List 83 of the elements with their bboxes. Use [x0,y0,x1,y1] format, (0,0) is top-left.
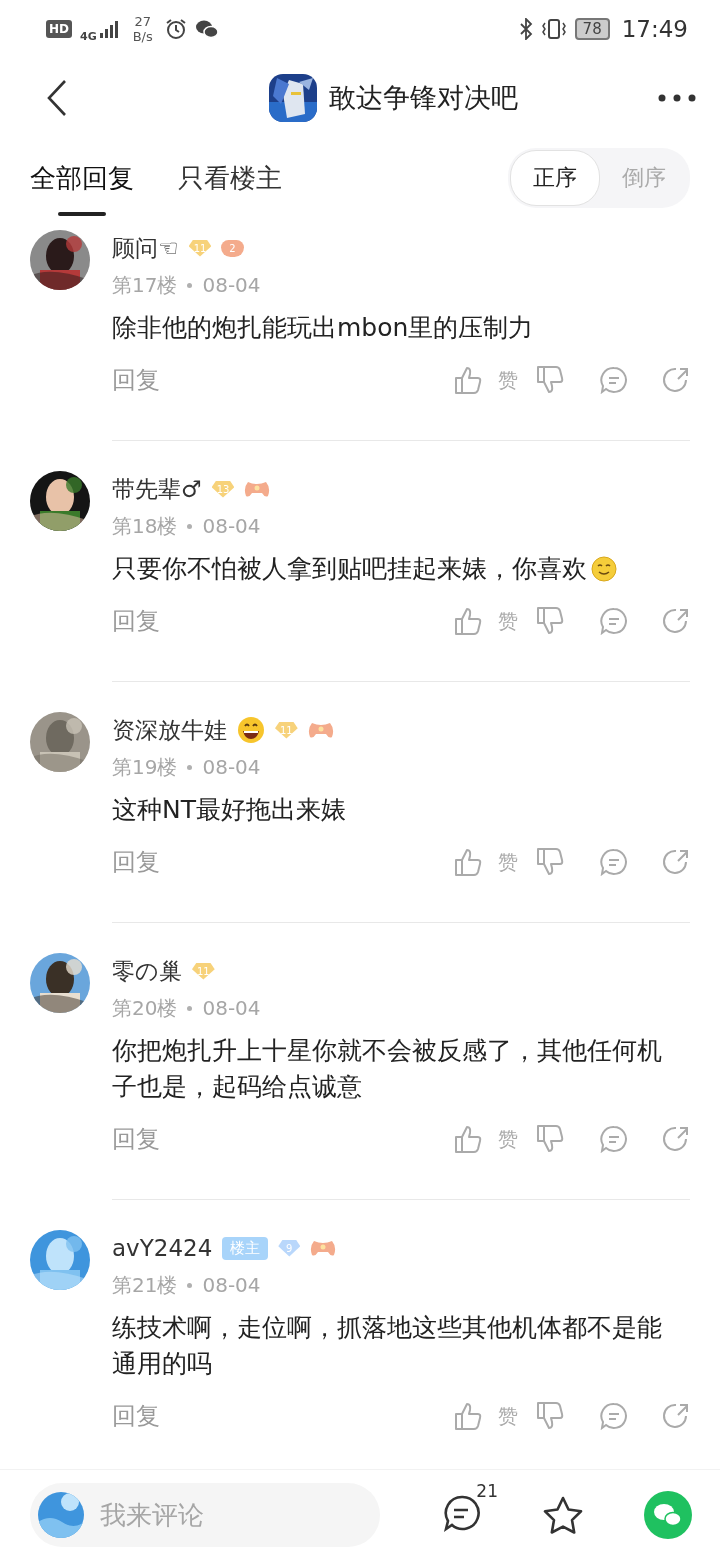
share-icon[interactable] [662,848,690,876]
vibrate-icon [540,18,567,40]
thumbs-up-icon[interactable] [454,606,482,636]
like-label[interactable]: 赞 [498,1125,518,1153]
thumbs-down-icon[interactable] [536,1401,564,1431]
share-icon[interactable] [662,1402,690,1430]
sort-option[interactable]: 正序 [510,150,600,206]
level-badge: 11 [275,721,298,739]
star-icon[interactable] [542,1495,584,1535]
comment-text: 练技术啊，走位啊，抓落地这些其他机体都不是能通用的吗 [112,1312,663,1380]
post-date: 08-04 [202,273,261,297]
gamepad-badge: 2 [221,239,244,257]
gamepad-icon [244,480,271,498]
gamepad-icon [310,1239,337,1257]
reply-button[interactable]: 回复 [112,1400,160,1432]
comment-input[interactable]: 我来评论 [98,1499,342,1531]
post-date: 08-04 [202,1273,261,1297]
floor-number: 第21楼 [112,1271,178,1299]
reply-button[interactable]: 回复 [112,846,160,878]
reply-button[interactable]: 回复 [112,605,160,637]
share-icon[interactable] [662,607,690,635]
wechat-share-icon[interactable] [644,1491,692,1539]
reply-button[interactable]: 回复 [112,1123,160,1155]
speed-value: 27 [134,14,151,29]
thumbs-down-icon[interactable] [536,847,564,877]
floor-number: 第19楼 [112,753,178,781]
like-label[interactable]: 赞 [498,848,518,876]
floor-number: 第17楼 [112,271,178,299]
filter-tab[interactable]: 全部回复 [30,138,134,218]
comment-text: 这种NT最好拖出来婊 [112,794,347,826]
username[interactable]: 零の巢 [112,955,182,987]
separator-dot [187,1282,193,1288]
hd-indicator: HD [46,20,72,38]
separator-dot [187,1005,193,1011]
comment-text: 除非他的炮扎能玩出mbon里的压制力 [112,312,535,344]
level-badge: 9 [278,1239,301,1257]
level-badge: 13 [211,480,235,498]
thumbs-down-icon[interactable] [536,1124,564,1154]
network-label: 4G [80,30,97,43]
thumbs-up-icon[interactable] [454,1124,482,1154]
separator-dot [187,764,193,770]
back-icon[interactable] [46,79,68,117]
share-icon[interactable] [662,366,690,394]
author-tag: 楼主 [222,1236,269,1260]
thumbs-down-icon[interactable] [536,365,564,395]
post-date: 08-04 [202,514,261,538]
clock: 17:49 [621,16,688,42]
thumbs-down-icon[interactable] [536,606,564,636]
username[interactable]: avY2424 [112,1235,213,1261]
like-label[interactable]: 赞 [498,366,518,394]
gamepad-icon [307,721,334,739]
separator-dot [187,523,193,529]
thumbs-up-icon[interactable] [454,847,482,877]
comment-count: 21 [476,1481,498,1501]
username[interactable]: 资深放牛娃 [112,714,227,746]
separator-dot [187,282,193,288]
username[interactable]: 带先辈♂ [112,473,202,505]
filter-tab[interactable]: 只看楼主 [178,138,282,218]
thumbs-up-icon[interactable] [454,1401,482,1431]
battery-indicator: 78 [574,18,610,40]
like-label[interactable]: 赞 [498,1402,518,1430]
level-badge: 11 [188,239,212,257]
bluetooth-icon [518,18,533,40]
alarm-icon [164,18,187,40]
forum-title: 敢达争锋对决吧 [328,81,518,115]
share-icon[interactable] [662,1125,690,1153]
speed-unit: B/s [132,29,153,44]
chat-app-icon [194,19,219,39]
comment-field[interactable]: 我来评论 [30,1483,380,1547]
signal-icon [98,20,121,38]
like-label[interactable]: 赞 [498,607,518,635]
comment-text: 你把炮扎升上十星你就不会被反感了，其他任何机子也是，起码给点诚意 [112,1035,663,1103]
sort-option[interactable]: 倒序 [600,150,688,206]
floor-number: 第20楼 [112,994,178,1022]
username[interactable]: 顾问☜ [112,232,179,264]
comment-text: 只要你不怕被人拿到贴吧挂起来婊，你喜欢 [112,551,668,587]
post-date: 08-04 [202,755,261,779]
level-badge: 11 [192,962,215,980]
thumbs-up-icon[interactable] [454,365,482,395]
post-date: 08-04 [202,996,261,1020]
more-icon[interactable] [658,94,696,102]
reply-button[interactable]: 回复 [112,364,160,396]
floor-number: 第18楼 [112,512,178,540]
